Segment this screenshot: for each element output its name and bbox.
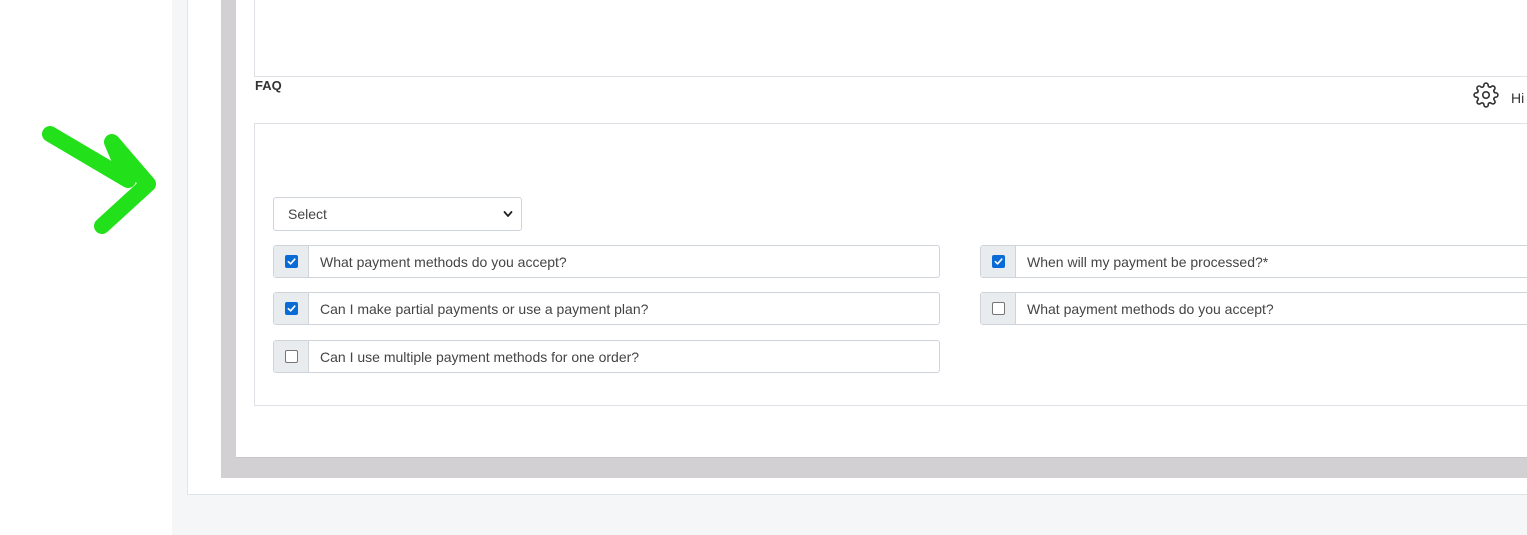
select-value: Select xyxy=(288,206,327,222)
faq-question-text[interactable]: When will my payment be processed?* xyxy=(1016,246,1268,277)
left-blank-area xyxy=(0,0,172,535)
faq-category-select[interactable]: Select xyxy=(273,197,522,231)
check-icon xyxy=(287,258,296,265)
faq-question-checkbox-cell[interactable] xyxy=(274,246,309,277)
faq-question-checkbox[interactable] xyxy=(284,350,298,363)
faq-question-row: Can I use multiple payment methods for o… xyxy=(273,340,940,373)
faq-question-checkbox-cell[interactable] xyxy=(274,341,309,372)
faq-question-row: When will my payment be processed?* xyxy=(980,245,1527,278)
faq-question-row: What payment methods do you accept? xyxy=(273,245,940,278)
chevron-down-icon xyxy=(503,211,513,217)
faq-question-checkbox-cell[interactable] xyxy=(981,246,1016,277)
check-icon xyxy=(994,258,1003,265)
faq-question-text[interactable]: What payment methods do you accept? xyxy=(309,246,567,277)
faq-settings-button[interactable] xyxy=(1472,81,1500,109)
faq-section-label: FAQ xyxy=(255,78,282,93)
faq-question-text[interactable]: Can I make partial payments or use a pay… xyxy=(309,293,648,324)
previous-section-box xyxy=(254,0,1527,77)
faq-question-checkbox[interactable] xyxy=(284,302,298,315)
faq-question-checkbox-cell[interactable] xyxy=(981,293,1016,324)
gear-icon xyxy=(1473,82,1499,108)
check-icon xyxy=(287,305,296,312)
arrow-annotation-icon xyxy=(42,126,156,234)
faq-question-row: Can I make partial payments or use a pay… xyxy=(273,292,940,325)
faq-question-row: What payment methods do you accept? xyxy=(980,292,1527,325)
faq-question-checkbox[interactable] xyxy=(991,255,1005,268)
faq-question-text[interactable]: What payment methods do you accept? xyxy=(1016,293,1274,324)
faq-question-text[interactable]: Can I use multiple payment methods for o… xyxy=(309,341,639,372)
faq-question-checkbox[interactable] xyxy=(991,302,1005,315)
faq-question-checkbox-cell[interactable] xyxy=(274,293,309,324)
faq-question-checkbox[interactable] xyxy=(284,255,298,268)
hide-toggle-label[interactable]: Hi xyxy=(1511,90,1524,106)
